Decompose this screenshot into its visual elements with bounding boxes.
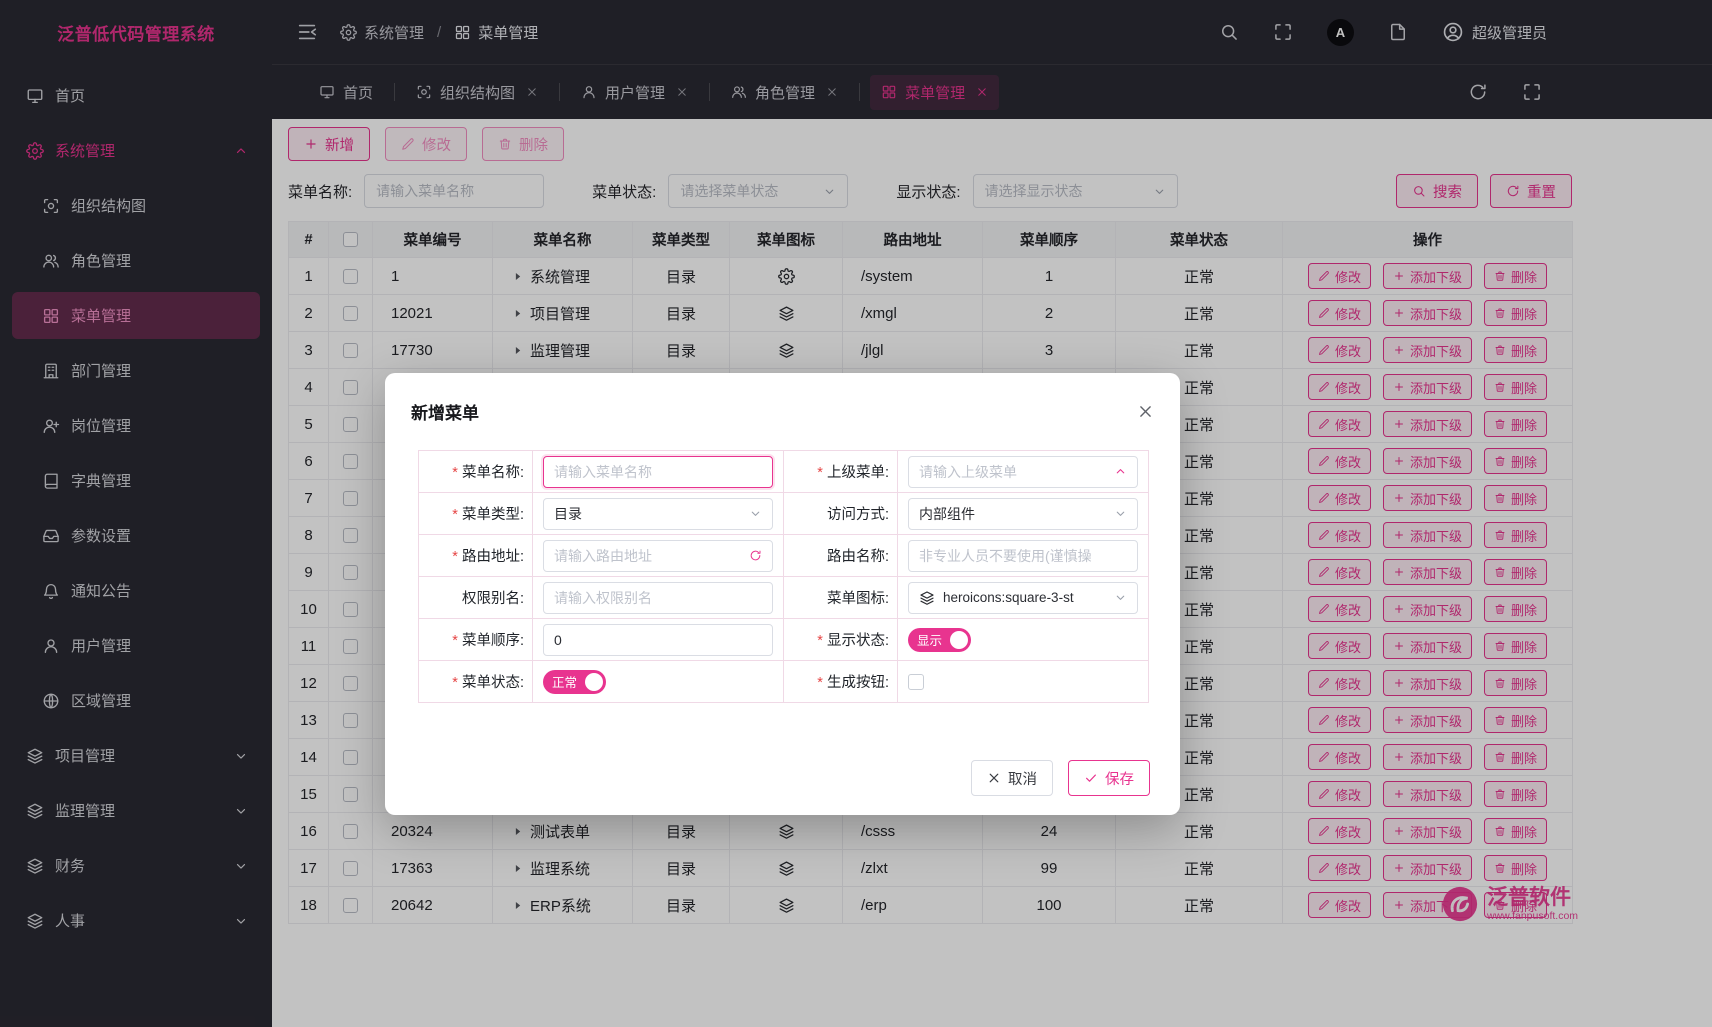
menu-status-toggle[interactable]: 正常 — [543, 670, 606, 694]
menu-icon-value: heroicons:square-3-st — [943, 590, 1108, 605]
toggle-knob — [950, 631, 968, 649]
cancel-button-label: 取消 — [1008, 768, 1037, 789]
route-path-input[interactable] — [543, 540, 773, 572]
parent-menu-input[interactable] — [908, 456, 1138, 488]
layers-icon — [919, 590, 935, 606]
access-mode-value: 内部组件 — [919, 504, 1108, 524]
access-mode-select[interactable]: 内部组件 — [908, 498, 1138, 530]
menu-order-label: 菜单顺序: — [419, 619, 533, 661]
chevron-down-icon — [1114, 591, 1127, 604]
route-name-label: 路由名称: — [784, 535, 898, 577]
refresh-icon[interactable] — [749, 549, 762, 562]
cancel-button[interactable]: 取消 — [971, 760, 1053, 796]
toggle-label: 显示 — [917, 630, 942, 649]
route-path-label: 路由地址: — [419, 535, 533, 577]
modal-footer: 取消 保存 — [971, 760, 1150, 796]
menu-order-input[interactable] — [543, 624, 773, 656]
save-button[interactable]: 保存 — [1068, 760, 1150, 796]
save-button-label: 保存 — [1105, 768, 1134, 789]
perm-alias-input[interactable] — [543, 582, 773, 614]
access-mode-label: 访问方式: — [784, 493, 898, 535]
display-status-toggle[interactable]: 显示 — [908, 628, 971, 652]
menu-icon-select[interactable]: heroicons:square-3-st — [908, 582, 1138, 614]
modal-header: 新增菜单 — [385, 373, 1180, 424]
chevron-up-icon[interactable] — [1114, 465, 1127, 478]
display-status-label: 显示状态: — [784, 619, 898, 661]
menu-type-select[interactable]: 目录 — [543, 498, 773, 530]
menu-name-input-field[interactable] — [554, 464, 762, 480]
perm-alias-input-field[interactable] — [554, 590, 762, 606]
add-menu-form: 菜单名称: 上级菜单: 菜单类型: — [418, 450, 1149, 703]
chevron-down-icon — [749, 507, 762, 520]
chevron-down-icon — [1114, 507, 1127, 520]
menu-type-label: 菜单类型: — [419, 493, 533, 535]
close-icon — [987, 771, 1001, 785]
app-root: 泛普低代码管理系统 首页系统管理组织结构图角色管理菜单管理部门管理岗位管理字典管… — [0, 0, 1712, 1027]
parent-menu-input-field[interactable] — [919, 464, 1108, 480]
perm-alias-label: 权限别名: — [419, 577, 533, 619]
toggle-knob — [585, 673, 603, 691]
modal-title: 新增菜单 — [411, 399, 479, 424]
parent-menu-label: 上级菜单: — [784, 451, 898, 493]
check-icon — [1084, 771, 1098, 785]
close-icon[interactable] — [1137, 403, 1154, 420]
route-path-input-field[interactable] — [554, 548, 743, 564]
generate-button-label: 生成按钮: — [784, 661, 898, 703]
toggle-label: 正常 — [552, 672, 577, 691]
add-menu-modal: 新增菜单 菜单名称: 上级菜单: — [385, 373, 1180, 815]
generate-button-checkbox[interactable] — [908, 674, 924, 690]
menu-status-label: 菜单状态: — [419, 661, 533, 703]
menu-order-input-field[interactable] — [554, 632, 762, 648]
menu-type-value: 目录 — [554, 504, 743, 524]
menu-name-label: 菜单名称: — [419, 451, 533, 493]
menu-icon-label: 菜单图标: — [784, 577, 898, 619]
route-name-input-field[interactable] — [919, 548, 1127, 564]
menu-name-input[interactable] — [543, 456, 773, 488]
route-name-input[interactable] — [908, 540, 1138, 572]
